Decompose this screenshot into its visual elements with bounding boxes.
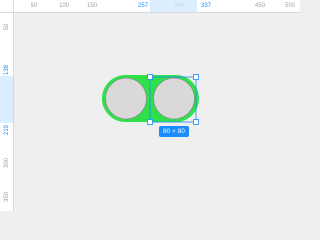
right-circle[interactable]	[153, 77, 195, 120]
ruler-tick: 100	[58, 3, 70, 9]
ruler-tick: 300	[4, 157, 10, 169]
ruler-tick-selection-end: 337	[200, 3, 212, 9]
ruler-tick: 50	[4, 23, 10, 31]
resize-handle-top-right[interactable]	[193, 74, 199, 80]
horizontal-ruler: 50 100 150 257 300 337 450 500	[14, 0, 300, 13]
ruler-tick: 450	[254, 3, 266, 9]
resize-handle-bottom-left[interactable]	[147, 119, 153, 125]
selection-size-badge: 80 × 80	[159, 126, 189, 137]
ruler-corner	[0, 0, 14, 13]
ruler-tick: 150	[86, 3, 98, 9]
resize-handle-top-left[interactable]	[147, 74, 153, 80]
ruler-tick-selection-start: 138	[4, 64, 10, 76]
resize-handle-bottom-right[interactable]	[193, 119, 199, 125]
ruler-tick: 50	[30, 3, 38, 9]
ruler-tick-selection-end: 219	[4, 124, 10, 136]
left-circle[interactable]	[105, 77, 147, 120]
ruler-tick: 350	[4, 191, 10, 203]
design-canvas[interactable]	[0, 0, 300, 211]
vertical-ruler: 50 138 219 300 350	[0, 13, 14, 211]
ruler-tick: 500	[284, 3, 296, 9]
ruler-tick: 300	[173, 3, 185, 9]
ruler-tick-selection-start: 257	[137, 3, 149, 9]
vertical-ruler-selection	[0, 76, 13, 123]
